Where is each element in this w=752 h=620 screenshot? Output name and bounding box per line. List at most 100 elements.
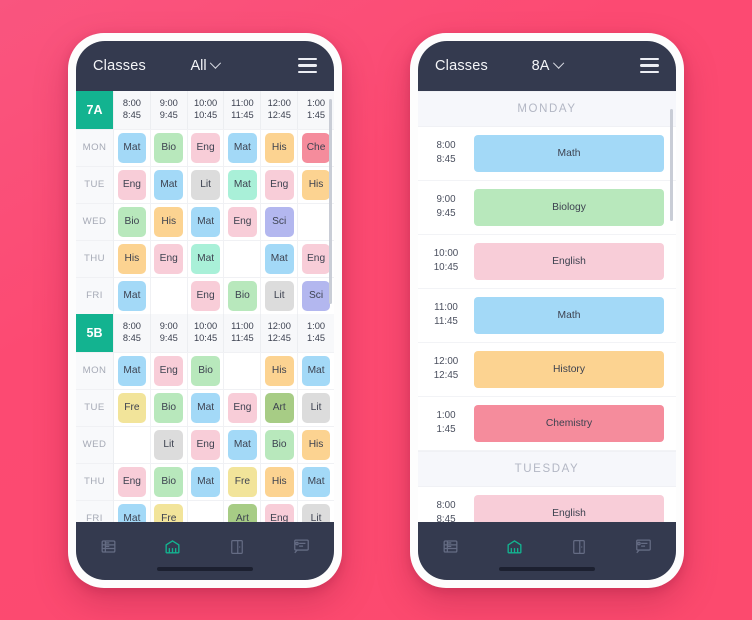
timetable-cell[interactable]: Mat xyxy=(187,388,225,426)
timetable-cell[interactable]: Lit xyxy=(298,499,334,522)
lesson-chip[interactable]: Eng xyxy=(227,206,257,237)
timetable-cell[interactable]: Eng xyxy=(187,128,225,166)
timetable-cell[interactable]: Bio xyxy=(114,202,151,240)
lesson-chip[interactable]: Eng xyxy=(191,132,220,163)
timetable-cell[interactable] xyxy=(224,351,262,389)
timetable-cell[interactable]: Mat xyxy=(187,239,225,277)
lesson-chip[interactable]: Eng xyxy=(154,355,184,386)
lesson-chip[interactable]: Art xyxy=(264,392,294,423)
lesson-chip[interactable]: Mat xyxy=(154,169,184,200)
lesson-chip[interactable]: Mat xyxy=(264,243,294,274)
lesson-chip[interactable]: Mat xyxy=(301,466,331,497)
lesson-chip[interactable]: Mat xyxy=(117,503,147,522)
lesson-chip[interactable]: Eng xyxy=(264,169,294,200)
lesson-chip[interactable]: Mat xyxy=(227,169,257,200)
timetable-cell[interactable] xyxy=(224,239,262,277)
lesson-chip[interactable]: Mat xyxy=(227,429,257,460)
lesson-chip[interactable]: Bio xyxy=(264,429,294,460)
lesson-bar[interactable]: English xyxy=(474,242,664,280)
lesson-chip[interactable]: Che xyxy=(301,132,331,163)
lesson-bar[interactable]: Chemistry xyxy=(474,404,664,442)
timetable-cell[interactable]: Bio xyxy=(150,462,188,500)
timetable-cell[interactable]: Eng xyxy=(187,425,225,463)
timetable-cell[interactable]: Mat xyxy=(114,276,151,314)
lesson-chip[interactable]: Bio xyxy=(227,280,257,311)
lesson-chip[interactable]: Fre xyxy=(227,466,257,497)
timetable-cell[interactable]: Bio xyxy=(150,128,188,166)
timetable-cell[interactable]: Lit xyxy=(261,276,299,314)
timetable-cell[interactable]: Mat xyxy=(224,165,262,203)
lesson-chip[interactable]: His xyxy=(301,429,331,460)
lesson-chip[interactable]: Lit xyxy=(264,280,294,311)
timetable-cell[interactable]: Fre xyxy=(224,462,262,500)
lesson-chip[interactable]: Mat xyxy=(227,132,257,163)
lesson-bar[interactable]: Math xyxy=(474,296,664,334)
timetable-cell[interactable]: Bio xyxy=(150,388,188,426)
lesson-chip[interactable]: Mat xyxy=(191,243,220,274)
lesson-row[interactable]: 10:00 10:45 English xyxy=(418,235,676,289)
timetable-cell[interactable]: His xyxy=(298,425,334,463)
lesson-chip[interactable]: His xyxy=(264,466,294,497)
timetable-cell[interactable]: Mat xyxy=(114,128,151,166)
door-icon[interactable] xyxy=(559,534,599,560)
timetable-cell[interactable]: Fre xyxy=(114,388,151,426)
lesson-chip[interactable]: Mat xyxy=(117,132,147,163)
lesson-row[interactable]: 12:00 12:45 History xyxy=(418,343,676,397)
lesson-chip[interactable]: Art xyxy=(227,503,257,522)
lesson-chip[interactable]: Bio xyxy=(154,392,184,423)
timetable-cell[interactable]: His xyxy=(261,128,299,166)
timetable-cell[interactable]: Bio xyxy=(224,276,262,314)
class-filter-dropdown[interactable]: All xyxy=(190,57,222,74)
books-icon[interactable] xyxy=(430,534,470,560)
lesson-chip[interactable]: Lit xyxy=(301,392,331,423)
lesson-row[interactable]: 9:00 9:45 Biology xyxy=(418,181,676,235)
lesson-chip[interactable]: Mat xyxy=(191,206,220,237)
door-icon[interactable] xyxy=(217,534,257,560)
timetable-cell[interactable]: Art xyxy=(224,499,262,522)
class-filter-dropdown[interactable]: 8A xyxy=(532,57,565,74)
lesson-chip[interactable]: Eng xyxy=(191,429,220,460)
school-building-icon[interactable] xyxy=(495,534,535,560)
timetable-cell[interactable]: His xyxy=(261,351,299,389)
lesson-chip[interactable]: Lit xyxy=(301,503,331,522)
vertical-scrollbar[interactable] xyxy=(670,108,673,221)
timetable-cell[interactable]: Mat xyxy=(298,351,334,389)
timetable-cell[interactable]: Eng xyxy=(224,202,262,240)
timetable-cell[interactable]: Sci xyxy=(261,202,299,240)
books-icon[interactable] xyxy=(88,534,128,560)
timetable-cell[interactable]: Eng xyxy=(150,239,188,277)
timetable-cell[interactable]: Eng xyxy=(224,388,262,426)
timetable-cell[interactable]: Bio xyxy=(187,351,225,389)
lesson-bar[interactable]: English xyxy=(474,494,664,522)
lesson-chip[interactable]: Fre xyxy=(117,392,147,423)
lesson-chip[interactable]: Sci xyxy=(264,206,294,237)
lesson-chip[interactable]: His xyxy=(301,169,331,200)
vertical-scrollbar[interactable] xyxy=(328,98,332,304)
lesson-chip[interactable]: Eng xyxy=(227,392,257,423)
timetable-cell[interactable]: Bio xyxy=(261,425,299,463)
timetable-cell[interactable]: Mat xyxy=(114,499,151,522)
lesson-chip[interactable]: Lit xyxy=(154,429,184,460)
lesson-chip[interactable]: Bio xyxy=(117,206,147,237)
timetable-cell[interactable]: Lit xyxy=(187,165,225,203)
timetable-cell[interactable]: Eng xyxy=(261,499,299,522)
lesson-chip[interactable]: Eng xyxy=(191,280,220,311)
timetable-cell[interactable]: Mat xyxy=(261,239,299,277)
timetable-cell[interactable]: Lit xyxy=(298,388,334,426)
lesson-bar[interactable]: History xyxy=(474,350,664,388)
lesson-chip[interactable]: Eng xyxy=(117,169,147,200)
lesson-chip[interactable]: Mat xyxy=(191,466,220,497)
teacher-board-icon[interactable] xyxy=(282,534,322,560)
timetable-cell[interactable]: Mat xyxy=(114,351,151,389)
timetable-cell[interactable]: Mat xyxy=(298,462,334,500)
lesson-row[interactable]: 1:00 1:45 Chemistry xyxy=(418,397,676,451)
lesson-row[interactable]: 11:00 11:45 Math xyxy=(418,289,676,343)
timetable-cell[interactable] xyxy=(114,425,151,463)
lesson-chip[interactable]: His xyxy=(264,355,294,386)
timetable-cell[interactable]: Mat xyxy=(187,202,225,240)
lesson-bar[interactable]: Math xyxy=(474,134,664,172)
hamburger-icon[interactable] xyxy=(298,58,317,73)
timetable-cell[interactable]: Art xyxy=(261,388,299,426)
timetable-cell[interactable]: Eng xyxy=(114,462,151,500)
lesson-chip[interactable]: Eng xyxy=(264,503,294,522)
